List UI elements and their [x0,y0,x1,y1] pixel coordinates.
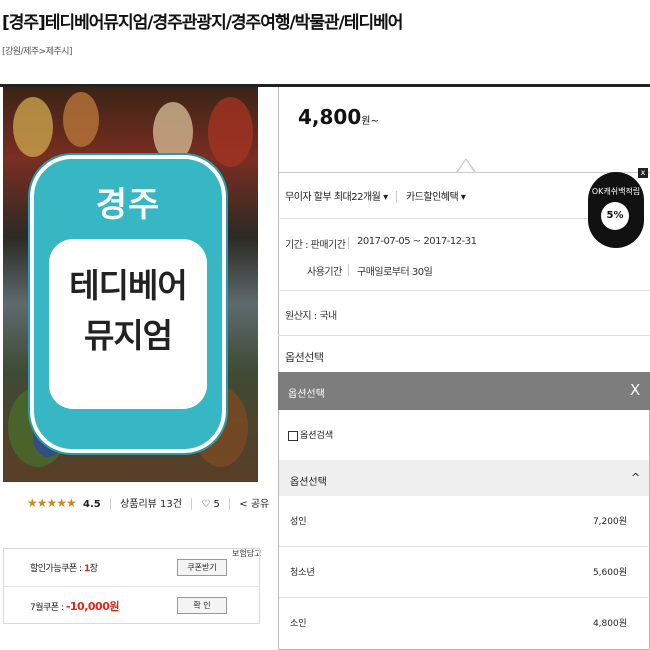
badge-line2: 뮤지엄 [83,316,173,355]
badge-city: 경주 [95,185,161,225]
divider [396,191,398,203]
option-name: 성인 [290,517,307,527]
option-price: 5,600원 [592,568,627,578]
teddy-figure [208,97,253,167]
like-count: 5 [213,499,220,510]
option-group-header[interactable]: 옵션선택 ^ [279,460,649,496]
divider [191,498,193,510]
option-dropdown-panel: 옵션검색 옵션선택 ^ 성인 7,200원 청소년 5,600원 소인 4,80… [278,410,650,650]
divider [278,335,650,336]
price-unit: 원~ [361,116,379,127]
page-title: [경주]테디베어뮤지엄/경주관광지/경주여행/박물관/테디베어 [2,13,403,33]
option-price: 7,200원 [592,517,627,527]
price-value: 4,800 [298,105,362,129]
coupon-unit: 장 [89,564,98,574]
rating-score: 4.5 [82,499,101,510]
origin-label: 원산지 : 국내 [285,311,337,322]
ok-cashbag-badge[interactable]: OK캐쉬백적립 5% [588,172,644,248]
option-search-label: 옵션검색 [300,431,334,441]
teddy-figure [153,102,193,162]
coupon-box: 할인가능쿠폰 : 1장 쿠폰받기 7월쿠폰 : -10,000원 확 인 [3,548,260,624]
divider [348,237,349,249]
card-benefit-dropdown[interactable]: 카드할인혜택 ▾ [405,192,466,203]
reviews-link[interactable]: 상품리뷰 13건 [120,499,182,510]
star-rating-icon: ★★★★★ [27,496,77,510]
chevron-up-icon: ^ [631,471,641,484]
product-image: 경주 테디베어 뮤지엄 [3,87,258,482]
payment-options: 무이자 할부 최대22개월 ▾ 카드할인혜택 ▾ [285,188,466,203]
divider [229,498,231,510]
close-icon[interactable]: X [630,381,640,399]
museum-badge: 경주 테디베어 뮤지엄 [30,155,226,453]
ok-cashbag-text: OK캐쉬백적립 [591,187,641,196]
badge-line1: 테디베어 [69,266,187,305]
coupon-label-text: 할인가능쿠폰 : [30,564,84,574]
coupon-row: 7월쿠폰 : -10,000원 확 인 [4,586,259,623]
option-group-label: 옵션선택 [290,477,327,488]
close-icon[interactable]: x [638,168,648,178]
usage-period-label: 사용기간 [307,267,342,278]
divider [278,218,588,219]
coupon-available-label: 할인가능쿠폰 : 1장 [30,561,98,574]
teddy-figure [63,92,99,147]
coupon-value: -10,000원 [65,600,120,613]
checkbox-icon [288,430,298,441]
heart-icon: ♡ [201,499,211,510]
usage-period-value: 구매일로부터 30일 [357,267,433,278]
option-dropdown-header[interactable]: 옵션선택 X [278,372,650,410]
installment-label: 무이자 할부 최대22개월 [285,192,381,203]
price: 4,800원~ [298,105,379,129]
sale-period-value: 2017-07-05 ~ 2017-12-31 [357,236,477,247]
option-item[interactable]: 성인 7,200원 [279,496,649,547]
like-button[interactable]: ♡ 5 [201,499,220,510]
share-icon: < [239,499,248,510]
chevron-down-icon: ▾ [460,192,466,203]
option-select-label: 옵션선택 [285,351,324,364]
option-name: 청소년 [290,568,315,578]
divider [278,290,650,291]
divider [109,498,111,510]
coupon-label-text: 7월쿠폰 : [30,603,66,613]
rating-row: ★★★★★ 4.5 상품리뷰 13건 ♡ 5 < 공유 [27,495,269,515]
share-label: 공유 [250,499,270,510]
july-coupon-label: 7월쿠폰 : -10,000원 [30,598,119,614]
installment-dropdown[interactable]: 무이자 할부 최대22개월 ▾ [285,192,388,203]
option-name: 소인 [290,619,307,629]
option-item[interactable]: 소인 4,800원 [279,598,649,648]
option-item[interactable]: 청소년 5,600원 [279,547,649,598]
breadcrumb[interactable]: [강원/제주>제주시] [2,44,73,57]
chevron-down-icon: ▾ [383,192,388,203]
teddy-figure [13,97,53,157]
option-search-checkbox[interactable]: 옵션검색 [288,428,333,441]
confirm-coupon-button[interactable]: 확 인 [177,597,227,614]
card-benefit-label: 카드할인혜택 [405,192,459,203]
option-price: 4,800원 [592,619,627,629]
share-button[interactable]: < 공유 [239,499,269,510]
coupon-row: 할인가능쿠폰 : 1장 쿠폰받기 [4,549,259,587]
sale-period-label: 기간 : 판매기간 [285,240,346,251]
ok-cashbag-percent: 5% [601,202,629,230]
divider [278,172,650,173]
tooltip-notch-inner [458,160,474,172]
get-coupon-button[interactable]: 쿠폰받기 [177,559,227,576]
divider [348,264,349,276]
option-dropdown-label: 옵션선택 [288,389,325,400]
